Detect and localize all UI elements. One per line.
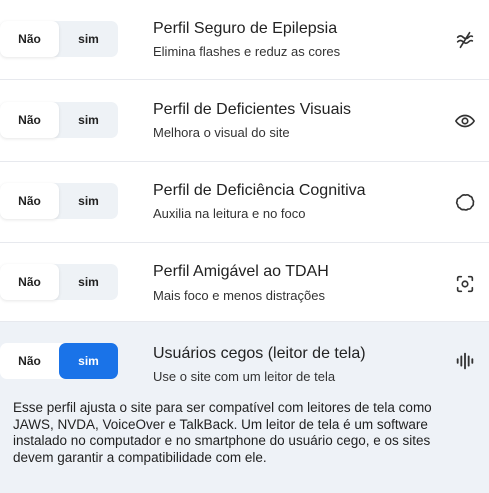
profile-toggle: Não sim <box>0 264 118 300</box>
toggle-no-button[interactable]: Não <box>0 21 59 57</box>
toggle-yes-button[interactable]: sim <box>59 21 118 57</box>
profile-explanation: Esse perfil ajusta o site para ser compa… <box>13 400 432 465</box>
wave-off-icon <box>453 28 477 52</box>
profile-title: Usuários cegos (leitor de tela) <box>153 345 366 362</box>
profile-description: Melhora o visual do site <box>153 125 290 140</box>
profile-row-epilepsy: Não sim Perfil Seguro de Epilepsia Elimi… <box>0 0 489 80</box>
profile-row-visual: Não sim Perfil de Deficientes Visuais Me… <box>0 80 489 162</box>
toggle-yes-button[interactable]: sim <box>59 102 118 138</box>
toggle-no-button[interactable]: Não <box>0 264 59 300</box>
focus-target-icon <box>453 272 477 296</box>
eye-icon <box>453 109 477 133</box>
profile-toggle: Não sim <box>0 21 118 57</box>
profile-title: Perfil Seguro de Epilepsia <box>153 20 338 37</box>
profile-row-adhd: Não sim Perfil Amigável ao TDAH Mais foc… <box>0 243 489 322</box>
toggle-yes-button[interactable]: sim <box>59 343 118 379</box>
toggle-yes-button[interactable]: sim <box>59 264 118 300</box>
accessibility-profiles-list: Não sim Perfil Seguro de Epilepsia Elimi… <box>0 0 489 493</box>
toggle-yes-button[interactable]: sim <box>59 183 118 219</box>
profile-toggle: Não sim <box>0 343 118 379</box>
profile-description: Mais foco e menos distrações <box>153 288 325 303</box>
profile-toggle: Não sim <box>0 102 118 138</box>
profile-description: Auxilia na leitura e no foco <box>153 206 306 221</box>
toggle-no-button[interactable]: Não <box>0 183 59 219</box>
profile-description: Elimina flashes e reduz as cores <box>153 44 341 59</box>
toggle-no-button[interactable]: Não <box>0 343 59 379</box>
profile-title: Perfil de Deficiência Cognitiva <box>153 182 366 199</box>
profile-title: Perfil Amigável ao TDAH <box>153 263 329 280</box>
profile-row-cognitive: Não sim Perfil de Deficiência Cognitiva … <box>0 162 489 243</box>
brain-outline-icon <box>453 190 477 214</box>
profile-row-blind: Não sim Usuários cegos (leitor de tela) … <box>0 322 489 493</box>
profile-toggle: Não sim <box>0 183 118 219</box>
profile-description: Use o site com um leitor de tela <box>153 369 336 384</box>
profile-title: Perfil de Deficientes Visuais <box>153 101 352 118</box>
toggle-no-button[interactable]: Não <box>0 102 59 138</box>
audio-wave-icon <box>453 349 477 373</box>
